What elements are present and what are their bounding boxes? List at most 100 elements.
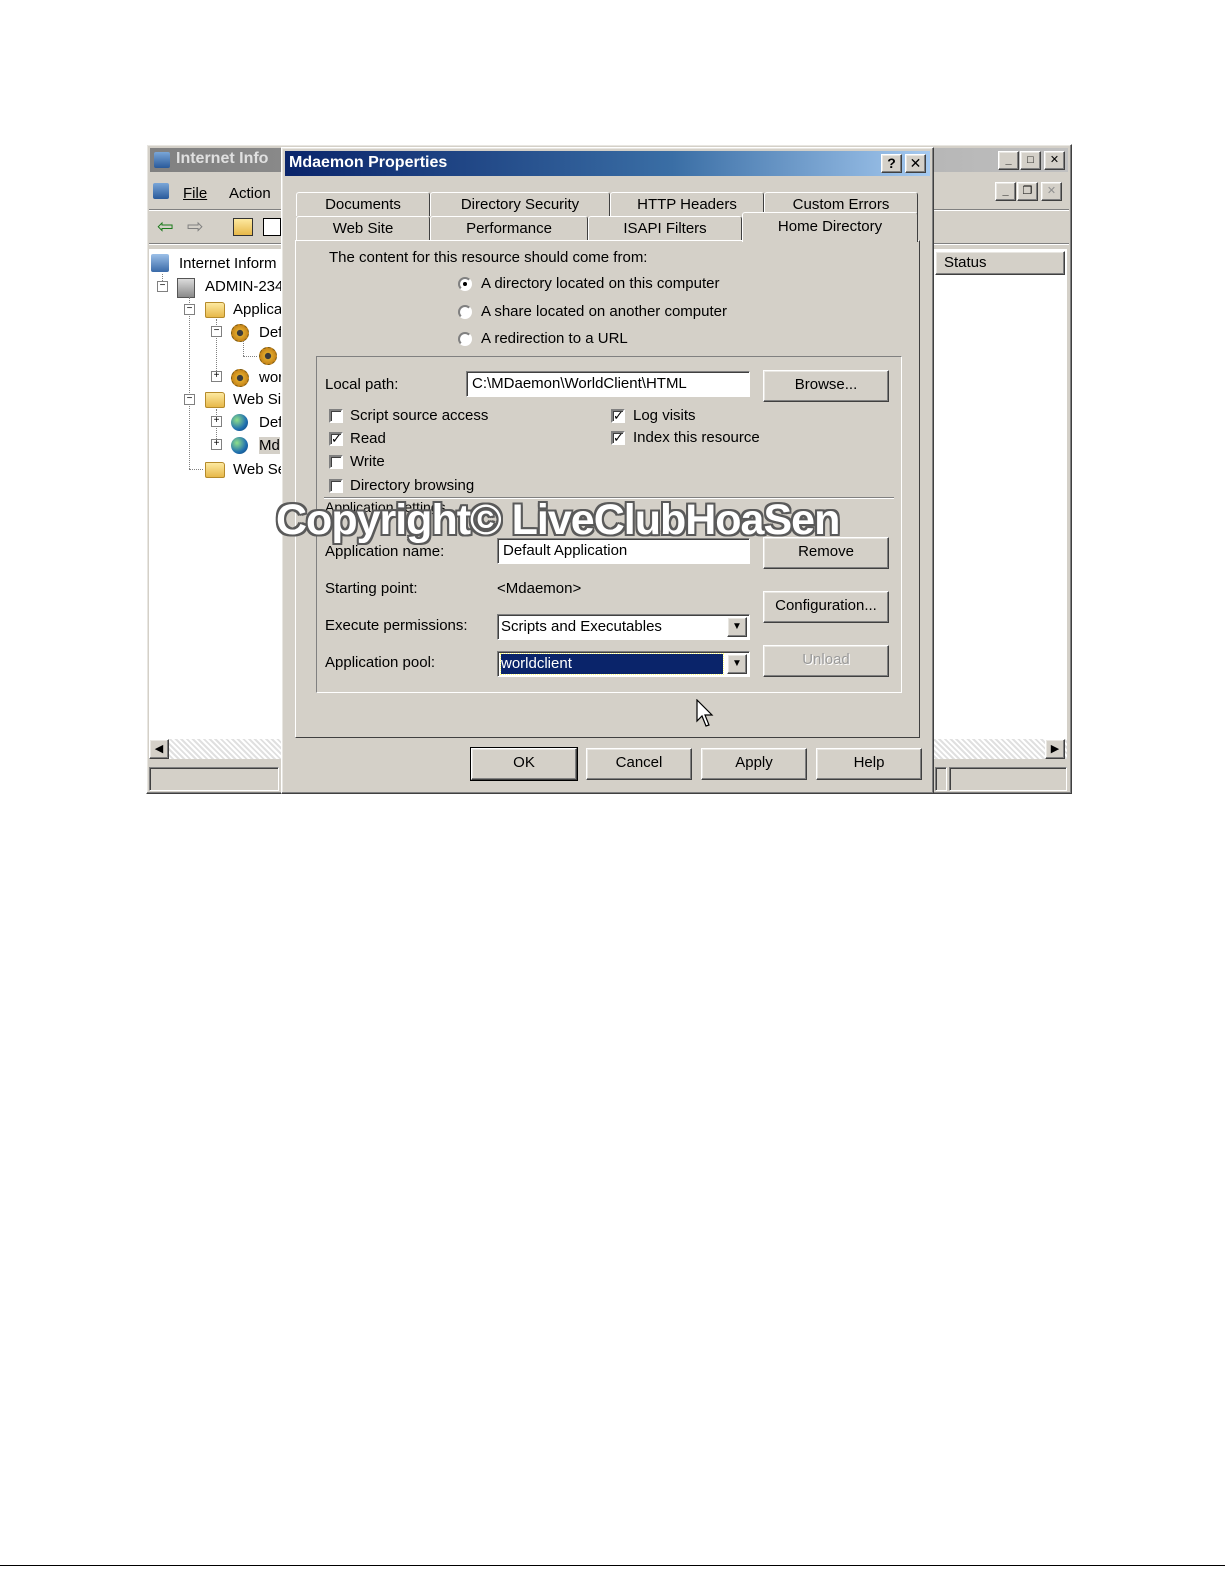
tab-label: Directory Security: [460, 196, 580, 213]
app-pool-select[interactable]: worldclient ▼: [497, 651, 750, 677]
expand-icon[interactable]: +: [211, 439, 222, 450]
radio-network-share[interactable]: [458, 305, 472, 319]
up-folder-icon[interactable]: [233, 218, 253, 236]
collapse-icon[interactable]: −: [157, 281, 168, 292]
tree-pool-world[interactable]: wor: [259, 369, 283, 386]
tab-label: Custom Errors: [792, 196, 890, 213]
tree-server[interactable]: ADMIN-234: [205, 278, 283, 295]
folder-icon: [205, 392, 225, 408]
app-pool-value: worldclient: [500, 653, 724, 675]
tab-label: Web Site: [332, 220, 394, 237]
checkbox-label[interactable]: Read: [350, 430, 386, 447]
checkbox-label[interactable]: Directory browsing: [350, 477, 474, 494]
starting-point-value: <Mdaemon>: [497, 580, 582, 597]
column-status-label: Status: [944, 254, 987, 271]
app-pool-label: Application pool:: [325, 654, 436, 671]
maximize-button[interactable]: □: [1020, 151, 1041, 170]
details-pane: Status: [933, 249, 1067, 744]
iis-root-icon: [151, 254, 169, 272]
tree-site-mdaemon[interactable]: Md: [259, 437, 280, 454]
execute-permissions-select[interactable]: Scripts and Executables ▼: [497, 614, 750, 640]
ok-button[interactable]: OK: [470, 747, 578, 781]
tree-app-pools[interactable]: Applica: [233, 301, 282, 318]
tab-performance[interactable]: Performance: [430, 216, 588, 240]
checkbox-label[interactable]: Log visits: [633, 407, 696, 424]
radio-label[interactable]: A directory located on this computer: [481, 275, 719, 292]
radio-redirect-url[interactable]: [458, 332, 472, 346]
tab-http-headers[interactable]: HTTP Headers: [610, 192, 764, 216]
checkbox-write[interactable]: [329, 455, 343, 469]
tab-label: Performance: [466, 220, 552, 237]
unload-button[interactable]: Unload: [763, 645, 889, 677]
scroll-right-icon[interactable]: ▶: [1045, 739, 1065, 759]
content-prompt: The content for this resource should com…: [329, 249, 648, 266]
minimize-button[interactable]: _: [998, 151, 1019, 170]
tab-label: ISAPI Filters: [623, 220, 707, 237]
column-header-status[interactable]: Status: [935, 251, 1065, 275]
checkbox-label[interactable]: Index this resource: [633, 429, 760, 446]
tree-web-sites[interactable]: Web Sit: [233, 391, 285, 408]
tab-label: HTTP Headers: [637, 196, 737, 213]
tree-line: [189, 469, 203, 470]
child-close-button[interactable]: ✕: [1041, 182, 1062, 201]
app-name-label: Application name:: [325, 543, 445, 560]
checkbox-directory-browsing[interactable]: [329, 479, 343, 493]
tab-isapi-filters[interactable]: ISAPI Filters: [588, 216, 742, 240]
chevron-down-icon[interactable]: ▼: [727, 654, 747, 674]
expand-icon[interactable]: +: [211, 416, 222, 427]
collapse-icon[interactable]: −: [184, 304, 195, 315]
checkbox-index-resource[interactable]: ✓: [611, 431, 625, 445]
tree-pool-default[interactable]: Def: [259, 324, 282, 341]
scroll-left-icon[interactable]: ◀: [149, 739, 169, 759]
help-icon[interactable]: ?: [881, 154, 902, 173]
child-restore-button[interactable]: ❐: [1017, 182, 1038, 201]
radio-label[interactable]: A share located on another computer: [481, 303, 727, 320]
app-pool-icon: [231, 369, 249, 387]
tree-web-ext[interactable]: Web Se: [233, 461, 286, 478]
collapse-icon[interactable]: −: [184, 394, 195, 405]
checkbox-log-visits[interactable]: ✓: [611, 409, 625, 423]
tab-label: Documents: [325, 196, 401, 213]
app-icon: [259, 347, 277, 365]
dialog-titlebar[interactable]: Mdaemon Properties ? ✕: [285, 151, 930, 176]
checkbox-script-source[interactable]: [329, 409, 343, 423]
radio-local-directory[interactable]: [458, 277, 472, 291]
local-path-input[interactable]: C:\MDaemon\WorldClient\HTML: [466, 371, 750, 397]
tab-home-directory[interactable]: Home Directory: [742, 212, 918, 242]
dialog-close-icon[interactable]: ✕: [905, 154, 926, 173]
cancel-button[interactable]: Cancel: [586, 748, 692, 780]
browse-button[interactable]: Browse...: [763, 370, 889, 402]
back-arrow-icon[interactable]: ⇦: [157, 217, 174, 237]
collapse-icon[interactable]: −: [211, 326, 222, 337]
checkbox-label[interactable]: Write: [350, 453, 385, 470]
tab-directory-security[interactable]: Directory Security: [430, 192, 610, 216]
child-minimize-button[interactable]: _: [995, 182, 1016, 201]
execute-permissions-label: Execute permissions:: [325, 617, 468, 634]
website-globe-icon: [231, 414, 248, 431]
console-icon: [153, 183, 169, 199]
tree-site-default[interactable]: Def: [259, 414, 282, 431]
starting-point-label: Starting point:: [325, 580, 418, 597]
expand-icon[interactable]: +: [211, 371, 222, 382]
chevron-down-icon[interactable]: ▼: [727, 617, 747, 637]
configuration-button[interactable]: Configuration...: [763, 591, 889, 623]
tab-documents[interactable]: Documents: [296, 192, 430, 216]
copyright-watermark: Copyright© LiveClubHoaSen: [276, 496, 840, 544]
checkbox-read[interactable]: ✓: [329, 432, 343, 446]
radio-label[interactable]: A redirection to a URL: [481, 330, 628, 347]
tree-root[interactable]: Internet Inform: [179, 255, 277, 272]
tree-pane: Internet Inform − ADMIN-234 − Applica − …: [149, 249, 287, 744]
show-tree-icon[interactable]: [263, 218, 281, 236]
apply-button[interactable]: Apply: [701, 748, 807, 780]
dialog-title: Mdaemon Properties: [289, 154, 448, 171]
menu-file[interactable]: File: [183, 185, 207, 202]
menu-action[interactable]: Action: [229, 185, 271, 202]
help-button[interactable]: Help: [816, 748, 922, 780]
forward-arrow-icon[interactable]: ⇨: [187, 217, 204, 237]
mmc-title: Internet Info: [176, 150, 269, 167]
properties-dialog: Mdaemon Properties ? ✕ Documents Directo…: [281, 147, 934, 794]
checkbox-label[interactable]: Script source access: [350, 407, 488, 424]
close-button[interactable]: ✕: [1044, 151, 1065, 170]
folder-icon: [205, 302, 225, 318]
tab-web-site[interactable]: Web Site: [296, 216, 430, 240]
